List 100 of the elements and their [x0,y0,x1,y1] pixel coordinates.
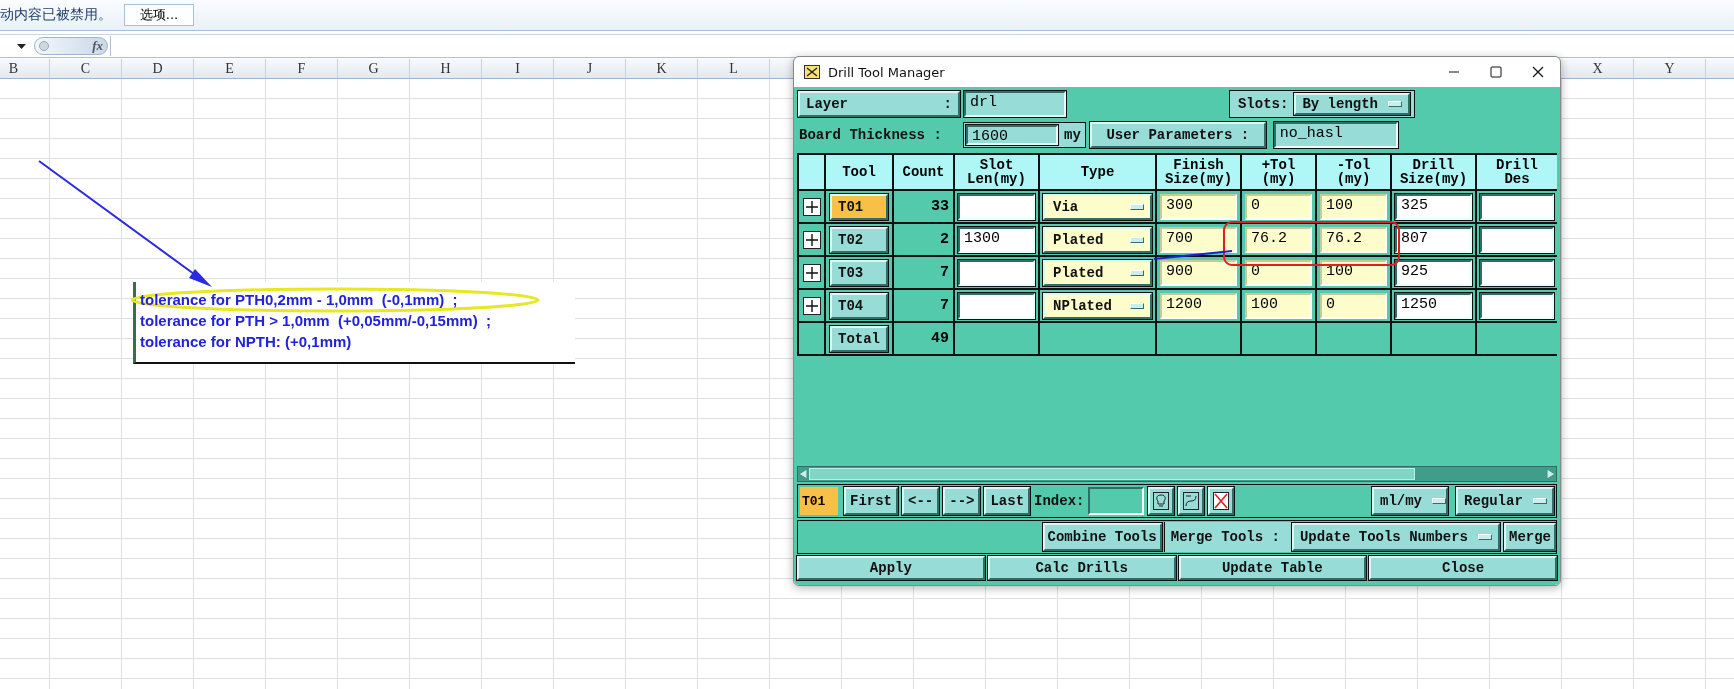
minus-tolerance-field[interactable]: 0 [1320,292,1387,319]
drill-des-field[interactable] [1480,292,1554,319]
column-header[interactable]: L [698,59,770,78]
index-field[interactable] [1088,487,1145,515]
finish-size-field[interactable]: 300 [1160,193,1237,220]
menu-indicator-icon [1388,101,1402,107]
tolerance-note: tolerance for PTH0,2mm - 1,0mm (-0,1mm) ; [140,290,459,310]
merge-mode-dropdown[interactable]: Update Tools Numbers [1291,523,1500,551]
finish-size-field[interactable]: 1200 [1160,292,1237,319]
column-header[interactable]: H [410,59,482,78]
column-header[interactable]: J [554,59,626,78]
combine-tools-button[interactable]: Combine Tools [1042,523,1162,551]
navigation-button[interactable]: <-- [902,487,940,515]
column-header[interactable]: D [122,59,194,78]
menu-indicator-icon [1130,203,1144,210]
horizontal-scrollbar[interactable] [797,466,1557,482]
menu-indicator-icon [1432,498,1446,504]
menu-indicator-icon [1130,236,1144,243]
slot-length-field[interactable] [958,193,1035,220]
column-header[interactable]: C [50,59,122,78]
drill-size-field[interactable]: 325 [1395,193,1472,220]
action-button[interactable]: Update Table [1178,556,1367,580]
count-cell: 7 [894,257,955,290]
type-dropdown[interactable]: NPlated [1043,292,1152,319]
action-button[interactable]: Calc Drills [987,556,1176,580]
slots-label: Slots: [1237,96,1289,112]
slot-length-field[interactable] [958,259,1035,286]
navigation-button[interactable]: --> [943,487,981,515]
options-button[interactable]: 选项... [124,4,194,26]
maximize-icon[interactable] [1490,66,1502,78]
insert-function-button[interactable]: fx [92,38,103,54]
type-dropdown[interactable]: Plated [1043,226,1152,253]
column-header[interactable]: I [482,59,554,78]
minus-tolerance-field[interactable]: 100 [1320,193,1387,220]
scroll-right-icon[interactable] [1546,468,1556,480]
tool-button[interactable]: T01 [830,193,888,220]
units-dropdown[interactable]: ml/my [1372,487,1448,515]
dropdown-caret-icon[interactable] [17,43,26,49]
drill-size-field[interactable]: 1250 [1395,292,1472,319]
slot-length-field[interactable] [958,292,1035,319]
plus-tolerance-field[interactable]: 76.2 [1245,226,1312,253]
slots-dropdown[interactable]: By length [1294,93,1410,115]
user-parameters-field[interactable]: no_hasl [1273,122,1398,148]
user-parameters-button[interactable]: User Parameters : [1089,122,1266,148]
close-icon[interactable] [1532,66,1544,78]
action-button[interactable]: Apply [797,556,985,580]
column-header[interactable]: B [0,59,50,78]
plus-box-icon[interactable] [802,230,821,249]
action-button[interactable]: Close [1369,556,1557,580]
type-dropdown[interactable]: Plated [1043,259,1152,286]
board-thickness-label: Board Thickness : [799,127,943,143]
navigation-button[interactable]: Last [984,487,1031,515]
tool-button[interactable]: T04 [830,292,888,319]
total-button[interactable]: Total [830,325,888,352]
plus-box-icon[interactable] [802,296,821,315]
total-count-cell: 49 [894,323,955,354]
count-cell: 33 [894,191,955,224]
window-title: Drill Tool Manager [828,64,945,80]
plus-box-icon[interactable] [802,197,821,216]
drill-size-field[interactable]: 925 [1395,259,1472,286]
finish-size-field[interactable]: 900 [1160,259,1237,286]
drill-des-field[interactable] [1480,226,1554,253]
table-header: Type [1040,155,1157,191]
navigation-button[interactable]: First [844,487,898,515]
column-header[interactable]: K [626,59,698,78]
column-header[interactable]: F [266,59,338,78]
plus-box-icon[interactable] [802,263,821,282]
column-header[interactable]: E [194,59,266,78]
app-icon [804,65,820,79]
merge-button[interactable]: Merge [1504,523,1556,551]
count-cell: 7 [894,290,955,323]
index-label: Index: [1034,493,1085,509]
merge-tools-label: Merge Tools : [1170,529,1280,545]
slot-length-field[interactable]: 1300 [958,226,1035,253]
curve-button[interactable] [1178,487,1205,515]
scrollbar-thumb[interactable] [809,468,1415,480]
tool-button[interactable]: T03 [830,259,888,286]
column-header[interactable]: X [1562,59,1634,78]
finish-size-field[interactable]: 700 [1160,226,1237,253]
minus-tolerance-field[interactable]: 76.2 [1320,226,1387,253]
plus-tolerance-field[interactable]: 100 [1245,292,1312,319]
bulb-icon [1153,492,1170,510]
drill-des-field[interactable] [1480,193,1554,220]
drill-des-field[interactable] [1480,259,1554,286]
layer-field[interactable]: drl [964,91,1066,117]
curve-icon [1183,492,1200,510]
tool-button[interactable]: T02 [830,226,888,253]
plus-tolerance-field[interactable]: 0 [1245,193,1312,220]
message-text: 动内容已被禁用。 [0,6,112,24]
menu-indicator-icon [1130,269,1144,276]
bulb-button[interactable] [1148,487,1175,515]
type-dropdown[interactable]: Via [1043,193,1152,220]
thickness-field[interactable]: 1600 [966,125,1058,145]
table-header: Drill Des [1477,155,1557,191]
delete-button[interactable] [1208,487,1235,515]
table-header: -Tol (my) [1317,155,1392,191]
column-header[interactable]: G [338,59,410,78]
column-header[interactable]: Y [1634,59,1706,78]
mode-dropdown[interactable]: Regular [1456,487,1554,515]
drill-size-field[interactable]: 807 [1395,226,1472,253]
